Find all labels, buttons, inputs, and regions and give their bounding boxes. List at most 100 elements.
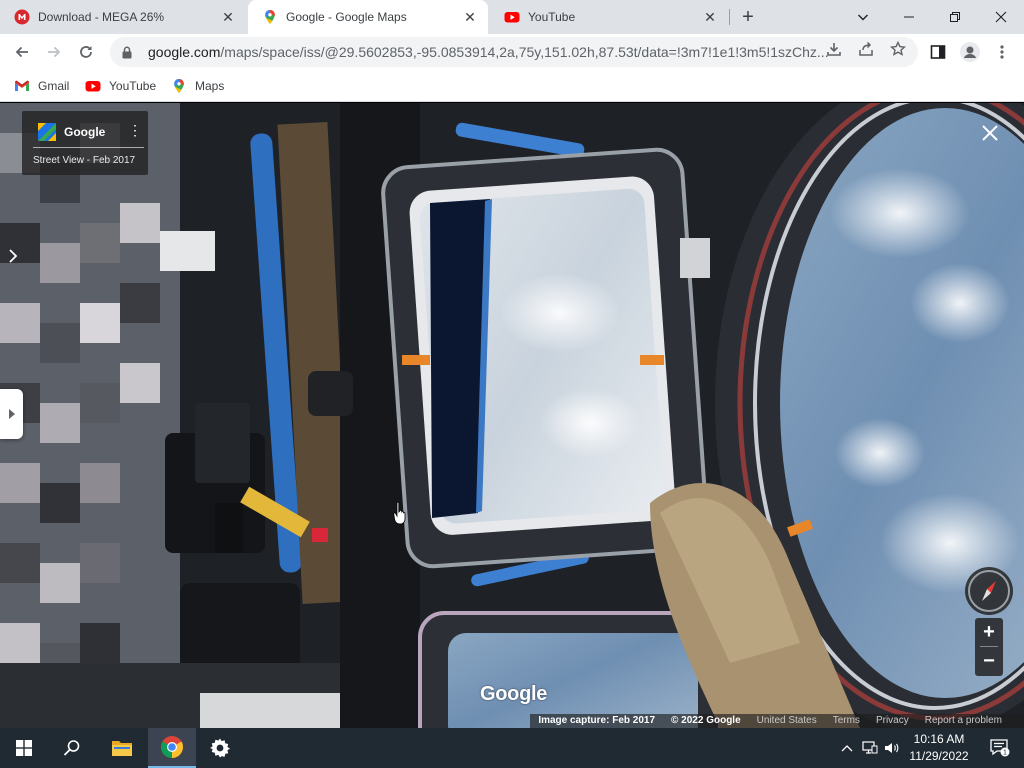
- notification-icon: 1: [990, 739, 1010, 757]
- reload-icon: [80, 46, 92, 58]
- google-maps-logo-icon: [38, 123, 56, 141]
- bookmark-maps[interactable]: Maps: [171, 76, 224, 96]
- taskbar-search-button[interactable]: [48, 728, 96, 768]
- youtube-icon: [85, 81, 101, 92]
- install-app-button[interactable]: [824, 39, 844, 59]
- iss-cupola-panorama: [0, 103, 1024, 728]
- side-panel-icon: [930, 45, 946, 59]
- street-view-panorama[interactable]: Google ⋮ Street View - Feb 2017 + − Goog…: [0, 103, 1024, 728]
- privacy-link[interactable]: Privacy: [868, 714, 917, 728]
- zoom-out-button[interactable]: −: [975, 647, 1003, 675]
- google-maps-icon: [265, 10, 275, 24]
- gmail-icon: [15, 80, 29, 91]
- show-hidden-icons-button[interactable]: [838, 728, 856, 768]
- side-panel-toggle[interactable]: [0, 389, 23, 439]
- clock-time: 10:16 AM: [913, 732, 965, 746]
- bookmark-gmail[interactable]: Gmail: [14, 76, 69, 96]
- gear-icon: [210, 738, 230, 758]
- download-icon: [827, 43, 841, 56]
- new-tab-button[interactable]: +: [736, 5, 760, 29]
- tab-strip: Download - MEGA 26% ✕ Google - Google Ma…: [0, 0, 1024, 34]
- taskbar-clock[interactable]: 10:16 AM 11/29/2022: [898, 731, 980, 765]
- restore-icon: [950, 12, 960, 22]
- close-icon: [995, 11, 1007, 23]
- tab-title: Download - MEGA 26%: [38, 10, 165, 24]
- region-link[interactable]: United States: [749, 714, 825, 728]
- tab-close-icon[interactable]: ✕: [702, 9, 718, 25]
- restore-button[interactable]: [932, 0, 978, 34]
- action-center-button[interactable]: 1: [980, 728, 1020, 768]
- hand-cursor-icon: [393, 501, 406, 525]
- image-capture-date: Image capture: Feb 2017: [538, 715, 656, 726]
- profile-button[interactable]: [956, 38, 984, 66]
- chrome-icon: [161, 736, 183, 758]
- network-icon: [862, 741, 878, 754]
- close-icon: [982, 125, 998, 141]
- taskbar-file-explorer[interactable]: [98, 728, 146, 768]
- chevron-up-icon: [841, 745, 853, 752]
- mega-icon: [14, 9, 30, 25]
- tab-close-icon[interactable]: ✕: [462, 9, 478, 25]
- street-view-brand: Google: [64, 125, 106, 139]
- tab-title: Google - Google Maps: [286, 10, 407, 24]
- browser-toolbar: google.com/maps/space/iss/@29.5602853,-9…: [0, 34, 1024, 70]
- tab-title: YouTube: [528, 10, 576, 24]
- star-icon: [890, 41, 906, 56]
- url-text[interactable]: google.com/maps/space/iss/@29.5602853,-9…: [148, 44, 918, 60]
- tab-google-maps[interactable]: Google - Google Maps ✕: [248, 0, 488, 34]
- street-view-info-card: Google ⋮ Street View - Feb 2017: [22, 111, 148, 175]
- minimize-button[interactable]: [886, 0, 932, 34]
- tab-separator: [729, 9, 730, 25]
- youtube-icon: [504, 12, 520, 23]
- tab-youtube[interactable]: YouTube ✕: [490, 0, 728, 34]
- bookmark-label: Gmail: [38, 79, 70, 93]
- arrow-right-icon: [48, 46, 61, 58]
- bookmark-star-button[interactable]: [888, 39, 908, 59]
- minimize-icon: [904, 16, 914, 18]
- bookmark-youtube[interactable]: YouTube: [85, 76, 156, 96]
- bookmarks-bar: Gmail YouTube Maps: [0, 70, 1024, 102]
- back-button[interactable]: [8, 38, 36, 66]
- network-button[interactable]: [860, 728, 880, 768]
- taskbar-chrome[interactable]: [148, 728, 196, 768]
- expand-card-button[interactable]: [4, 243, 22, 269]
- report-problem-link[interactable]: Report a problem: [917, 714, 1010, 728]
- folder-icon: [112, 741, 132, 756]
- reload-button[interactable]: [72, 38, 100, 66]
- compass-button[interactable]: [965, 567, 1013, 615]
- chevron-down-icon: [858, 14, 868, 21]
- more-vertical-icon: [1000, 45, 1004, 59]
- address-bar[interactable]: google.com/maps/space/iss/@29.5602853,-9…: [110, 37, 918, 67]
- start-button[interactable]: [0, 728, 48, 768]
- terms-link[interactable]: Terms: [825, 714, 868, 728]
- url-path: /maps/space/iss/@29.5602853,-95.0853914,…: [220, 44, 829, 60]
- search-icon: [63, 740, 80, 756]
- card-divider: [33, 147, 144, 148]
- notification-count: 1: [1003, 750, 1007, 757]
- street-view-date: Street View - Feb 2017: [33, 155, 136, 166]
- chrome-menu-button[interactable]: [988, 38, 1016, 66]
- side-panel-button[interactable]: [924, 38, 952, 66]
- close-window-button[interactable]: [978, 0, 1024, 34]
- google-maps-icon: [174, 79, 184, 93]
- caret-right-icon: [8, 409, 15, 419]
- attribution-bar: Image capture: Feb 2017 © 2022 Google Un…: [530, 714, 1024, 728]
- tab-search-button[interactable]: [840, 0, 886, 34]
- arrow-left-icon: [15, 46, 28, 58]
- more-options-icon[interactable]: ⋮: [128, 123, 142, 137]
- windows-logo-icon: [16, 740, 32, 756]
- forward-button[interactable]: [40, 38, 68, 66]
- chevron-right-icon: [9, 249, 18, 263]
- copyright-text: © 2022 Google: [671, 715, 741, 726]
- avatar-icon: [960, 42, 980, 62]
- bookmark-label: YouTube: [109, 79, 157, 93]
- tab-mega[interactable]: Download - MEGA 26% ✕: [0, 0, 246, 34]
- url-host: google.com: [148, 44, 221, 60]
- blurred-region: [0, 103, 180, 728]
- taskbar-settings[interactable]: [196, 728, 244, 768]
- zoom-in-button[interactable]: +: [975, 618, 1003, 646]
- bookmark-label: Maps: [195, 79, 225, 93]
- close-street-view-button[interactable]: [978, 123, 1002, 147]
- share-button[interactable]: [856, 39, 876, 59]
- tab-close-icon[interactable]: ✕: [220, 9, 236, 25]
